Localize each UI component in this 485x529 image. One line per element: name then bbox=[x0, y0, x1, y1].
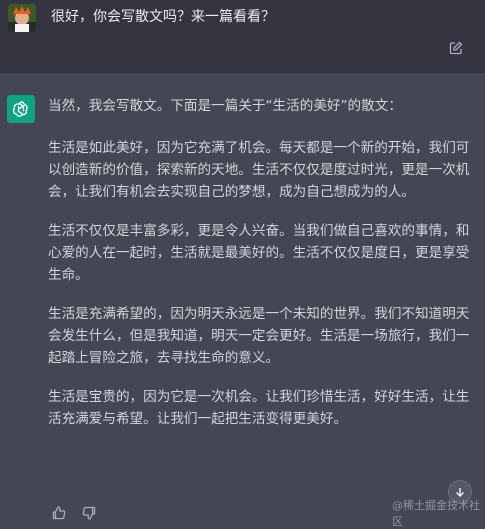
assistant-message-content: 当然，我会写散文。下面是一篇关于“生活的美好”的散文： 生活是如此美好，因为它充… bbox=[48, 95, 476, 447]
essay-paragraph: 生活是宝贵的，因为它是一次机会。让我们珍惜生活，好好生活，让生活充满爱与希望。让… bbox=[48, 389, 470, 427]
assistant-intro: 当然，我会写散文。下面是一篇关于“生活的美好”的散文： bbox=[48, 98, 402, 114]
essay-paragraph: 生活是充满希望的，因为明天永远是一个未知的世界。我们不知道明天会发生什么，但是我… bbox=[48, 306, 470, 366]
feedback-buttons bbox=[51, 505, 97, 521]
watermark: @稀土掘金技术社区 bbox=[392, 497, 485, 529]
watermark-text: @稀土掘金技术社区 bbox=[392, 499, 480, 528]
user-message-text: 很好，你会写散文吗？来一篇看看？ bbox=[51, 9, 275, 25]
user-message-row: 很好，你会写散文吗？来一篇看看？ bbox=[0, 0, 485, 73]
edit-icon[interactable] bbox=[448, 40, 464, 56]
user-avatar bbox=[8, 4, 36, 32]
essay-paragraph: 生活是如此美好，因为它充满了机会。每天都是一个新的开始，我们可以创造新的价值，探… bbox=[48, 140, 470, 200]
assistant-message-row: 当然，我会写散文。下面是一篇关于“生活的美好”的散文： 生活是如此美好，因为它充… bbox=[0, 73, 485, 525]
thumbs-down-icon[interactable] bbox=[81, 505, 97, 521]
essay-paragraph: 生活不仅仅是丰富多彩，更是令人兴奋。当我们做自己喜欢的事情，和心爱的人在一起时，… bbox=[48, 223, 470, 283]
openai-logo-icon bbox=[12, 101, 28, 117]
user-avatar-icon bbox=[8, 4, 36, 32]
assistant-avatar bbox=[7, 95, 35, 123]
thumbs-up-icon[interactable] bbox=[51, 505, 67, 521]
